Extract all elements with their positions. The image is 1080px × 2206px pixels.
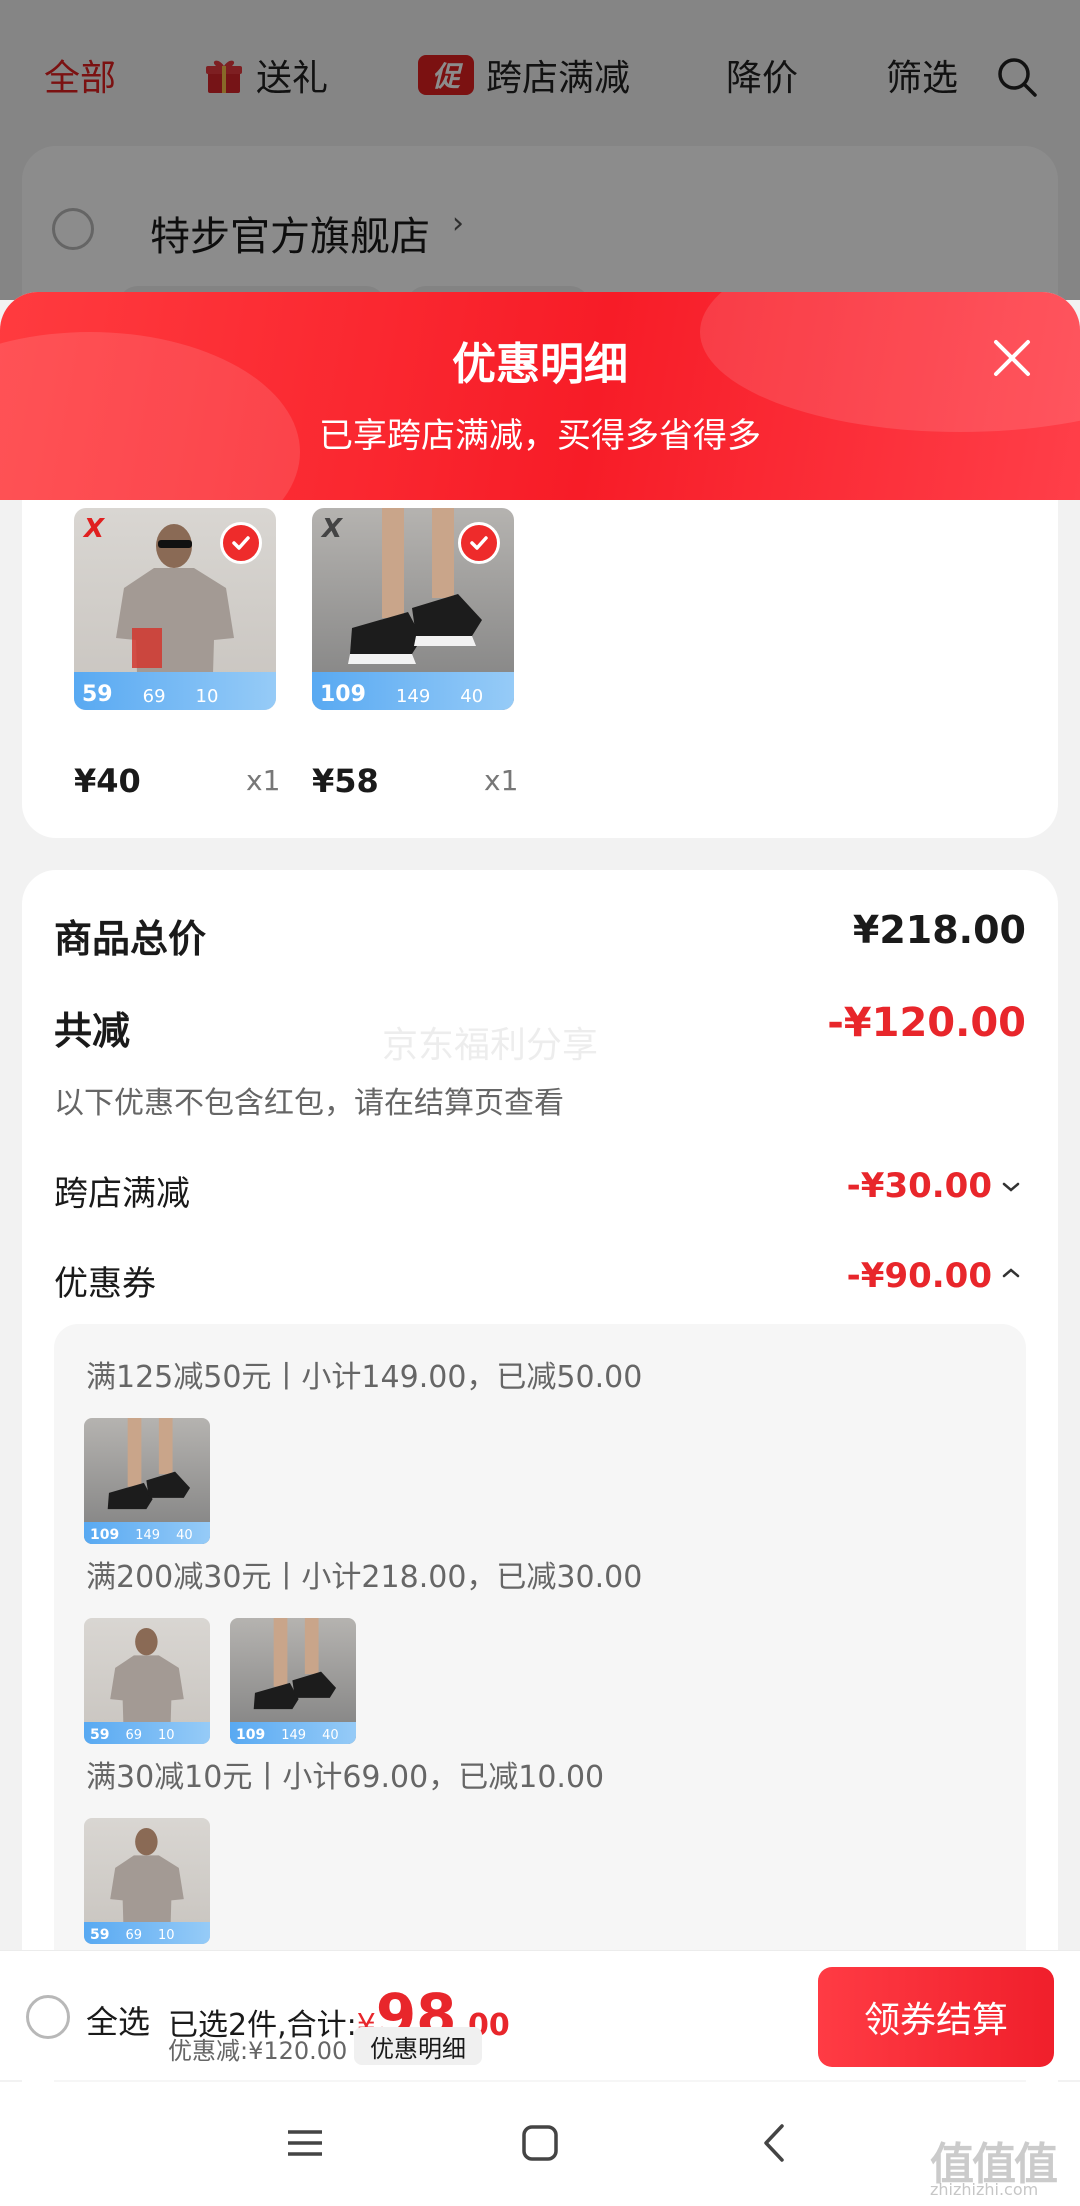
price-strip: 109 149 40: [312, 672, 514, 710]
selected-products: X 59 69 10 ¥40 x1 X 109 149 40 ¥58 x1: [22, 442, 1058, 838]
coupon-rule: 满125减50元丨小计149.00，已减50.00: [86, 1360, 643, 1395]
home-icon[interactable]: [515, 2118, 565, 2168]
selected-check-icon[interactable]: [220, 522, 262, 564]
sheet-title: 优惠明细: [452, 339, 628, 390]
strip-discount: 40: [460, 686, 484, 707]
close-icon[interactable]: [988, 334, 1036, 382]
coupon-rule: 满30减10元丨小计69.00，已减10.00: [86, 1760, 605, 1795]
coupon-value[interactable]: -¥90.00: [847, 1256, 992, 1296]
goods-total-label: 商品总价: [54, 917, 207, 961]
sheet-header: 优惠明细 已享跨店满减，买得多省得多: [0, 292, 1080, 500]
strip-discount: 40: [176, 1528, 193, 1543]
brand-logo: X: [322, 514, 343, 544]
strip-discount: 10: [158, 1728, 175, 1743]
strip-discount: 40: [322, 1728, 339, 1743]
chevron-up-icon[interactable]: [1000, 1262, 1022, 1284]
checkout-bar: 全选 已选2件,合计:¥98.00 优惠减:¥120.00 优惠明细 领券结算: [0, 1950, 1080, 2080]
coupon-item-thumb[interactable]: 109 149 40: [230, 1618, 356, 1744]
watermark: 京东福利分享: [382, 1025, 599, 1066]
strip-price: 109: [236, 1727, 266, 1743]
discount-note: 以下优惠不包含红包，请在结算页查看: [54, 1086, 564, 1121]
coupon-rule: 满200减30元丨小计218.00，已减30.00: [86, 1560, 643, 1595]
checkout-button[interactable]: 领券结算: [818, 1967, 1054, 2067]
overlay-dim[interactable]: [0, 0, 1080, 300]
strip-price: 59: [90, 1727, 110, 1743]
coupon-label[interactable]: 优惠券: [54, 1256, 156, 1305]
select-all-label[interactable]: 全选: [86, 1997, 150, 2043]
product-price: ¥40: [74, 762, 141, 800]
product-price: ¥58: [312, 762, 379, 800]
discount-detail-sheet: X 59 69 10 ¥40 x1 X 109 149 40 ¥58 x1 优惠…: [0, 292, 1080, 2206]
strip-original: 149: [395, 686, 431, 707]
product-image-shoes[interactable]: X 109 149 40: [312, 508, 514, 710]
product-qty: x1: [484, 764, 519, 797]
back-icon[interactable]: [750, 2118, 800, 2168]
menu-icon[interactable]: [280, 2118, 330, 2168]
strip-discount: 10: [158, 1928, 175, 1943]
total-reduce-value: -¥120.00: [827, 1000, 1026, 1046]
price-strip: 59 69 10: [74, 672, 276, 710]
price-strip: 109 149 40: [84, 1522, 210, 1544]
strip-price: 59: [82, 682, 113, 707]
coupon-item-thumb[interactable]: 59 69 10: [84, 1618, 210, 1744]
price-strip: 59 69 10: [84, 1722, 210, 1744]
chevron-down-icon[interactable]: [1000, 1176, 1022, 1198]
goods-total-value: ¥218.00: [852, 908, 1026, 952]
strip-original: 69: [125, 1728, 143, 1743]
price-strip: 59 69 10: [84, 1922, 210, 1944]
corner-watermark-url: zhizhizhi.com: [930, 2180, 1039, 2199]
strip-original: 69: [142, 686, 166, 707]
strip-original: 149: [281, 1728, 307, 1743]
strip-discount: 10: [195, 686, 219, 707]
selected-check-icon[interactable]: [458, 522, 500, 564]
sheet-subtitle: 已享跨店满减，买得多省得多: [319, 416, 761, 456]
total-reduce-label: 共减: [54, 1009, 131, 1053]
price-strip: 109 149 40: [230, 1722, 356, 1744]
strip-price: 109: [90, 1527, 120, 1543]
strip-price: 59: [90, 1927, 110, 1943]
coupon-item-thumb[interactable]: 109 149 40: [84, 1418, 210, 1544]
cross-store-value[interactable]: -¥30.00: [847, 1166, 992, 1206]
strip-original: 69: [125, 1928, 143, 1943]
select-all-radio[interactable]: [26, 1995, 70, 2039]
discount-detail-button[interactable]: 优惠明细: [354, 2027, 482, 2065]
strip-original: 149: [135, 1528, 161, 1543]
strip-price: 109: [320, 682, 366, 707]
coupon-item-thumb[interactable]: 59 69 10: [84, 1818, 210, 1944]
product-image-shirt[interactable]: X 59 69 10: [74, 508, 276, 710]
product-qty: x1: [246, 764, 281, 797]
discount-amount: 优惠减:¥120.00: [168, 2037, 348, 2065]
brand-logo: X: [84, 514, 105, 544]
cross-store-label[interactable]: 跨店满减: [54, 1166, 190, 1215]
system-nav-bar: [0, 2082, 1080, 2206]
